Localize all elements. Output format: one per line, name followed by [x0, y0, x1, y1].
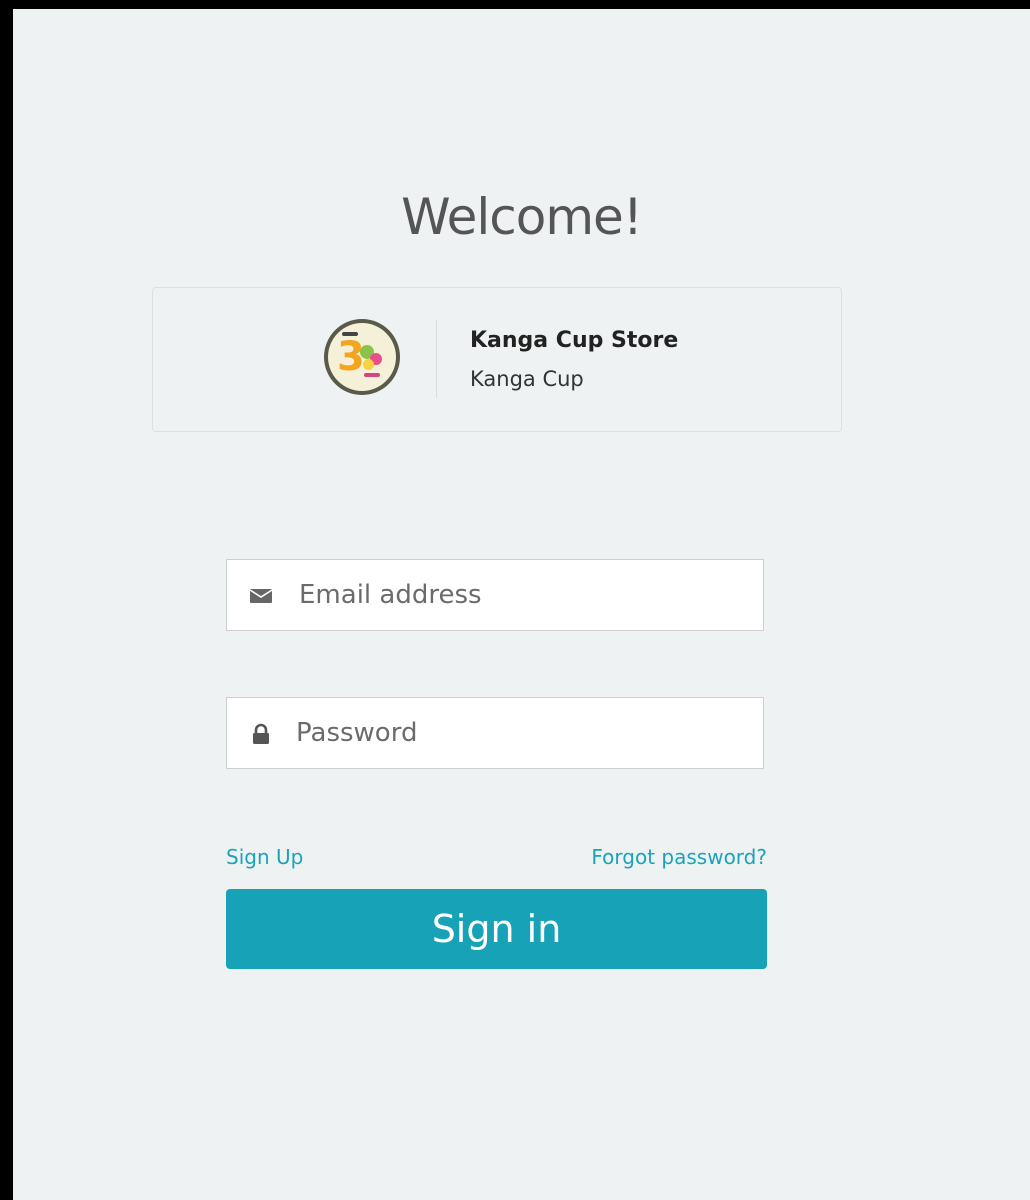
sign-up-link[interactable]: Sign Up	[226, 842, 303, 872]
email-field[interactable]	[226, 559, 764, 631]
store-card-divider	[436, 320, 437, 398]
window-frame: Welcome! 3 Kanga Cup Store Kanga Cup Ema…	[0, 0, 1030, 1200]
page-title: Welcome!	[401, 188, 643, 246]
store-logo-icon: 3	[324, 319, 400, 395]
sign-in-button[interactable]: Sign in	[226, 889, 767, 969]
password-input[interactable]	[296, 698, 746, 768]
lock-icon	[253, 723, 269, 744]
email-input[interactable]	[299, 560, 749, 630]
password-field[interactable]	[226, 697, 764, 769]
store-subtitle: Kanga Cup	[470, 367, 584, 391]
store-card: 3 Kanga Cup Store Kanga Cup	[152, 287, 842, 432]
envelope-icon	[249, 589, 273, 603]
login-page: Welcome! 3 Kanga Cup Store Kanga Cup Ema…	[13, 9, 1030, 1200]
store-name: Kanga Cup Store	[470, 328, 679, 353]
forgot-password-link[interactable]: Forgot password?	[591, 842, 767, 872]
